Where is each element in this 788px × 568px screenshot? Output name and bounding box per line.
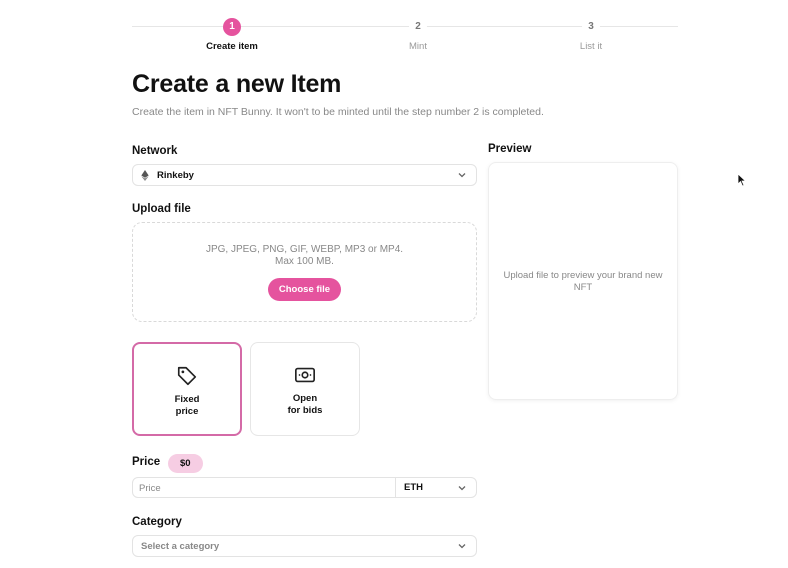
step-label: Mint <box>409 41 427 52</box>
chevron-down-icon <box>458 485 466 490</box>
step-label: List it <box>579 41 603 52</box>
choose-file-button[interactable]: Choose file <box>267 278 342 301</box>
price-usd-badge: $0 <box>168 454 203 473</box>
upload-max-size-text: Max 100 MB. <box>275 256 334 267</box>
network-label: Network <box>132 145 178 157</box>
upload-dropzone[interactable]: JPG, JPEG, PNG, GIF, WEBP, MP3 or MP4. M… <box>132 222 477 322</box>
preview-label: Preview <box>488 143 532 155</box>
price-input-group: Price ETH <box>132 477 477 498</box>
category-placeholder: Select a category <box>141 540 220 552</box>
step-label: Create item <box>206 41 258 52</box>
mouse-cursor-icon <box>737 173 747 187</box>
upload-formats-text: JPG, JPEG, PNG, GIF, WEBP, MP3 or MP4. <box>205 244 404 255</box>
network-select[interactable]: Rinkeby <box>132 164 477 186</box>
open-for-bids-line2: for bids <box>287 405 323 416</box>
ethereum-icon <box>141 169 149 181</box>
category-select[interactable]: Select a category <box>132 535 477 557</box>
page-subtitle: Create the item in NFT Bunny. It won't t… <box>132 106 544 118</box>
banknote-icon <box>295 367 315 383</box>
price-input[interactable]: Price <box>133 478 396 497</box>
step-number: 2 <box>409 18 427 36</box>
tag-icon <box>177 366 197 386</box>
step-mint[interactable]: 2 Mint <box>373 18 463 52</box>
preview-panel: Upload file to preview your brand new NF… <box>488 162 678 400</box>
category-label: Category <box>132 516 182 528</box>
preview-message: Upload file to preview your brand new NF… <box>503 270 663 293</box>
currency-select[interactable]: ETH <box>396 482 476 494</box>
chevron-down-icon <box>458 544 466 549</box>
open-for-bids-card[interactable]: Open for bids <box>250 342 360 436</box>
chevron-down-icon <box>458 173 466 178</box>
open-for-bids-line1: Open <box>292 393 318 404</box>
step-number: 3 <box>582 18 600 36</box>
fixed-price-line2: price <box>175 406 199 417</box>
price-label: Price <box>132 456 161 468</box>
step-create-item[interactable]: 1 Create item <box>187 18 277 52</box>
fixed-price-line1: Fixed <box>174 394 200 405</box>
progress-stepper: 1 Create item 2 Mint 3 List it <box>132 16 678 56</box>
page-title: Create a new Item <box>132 70 342 98</box>
currency-value: ETH <box>404 482 423 493</box>
upload-file-label: Upload file <box>132 203 191 215</box>
step-number: 1 <box>223 18 241 36</box>
network-selected-value: Rinkeby <box>157 169 194 181</box>
step-list-it[interactable]: 3 List it <box>546 18 636 52</box>
fixed-price-card[interactable]: Fixed price <box>132 342 242 436</box>
